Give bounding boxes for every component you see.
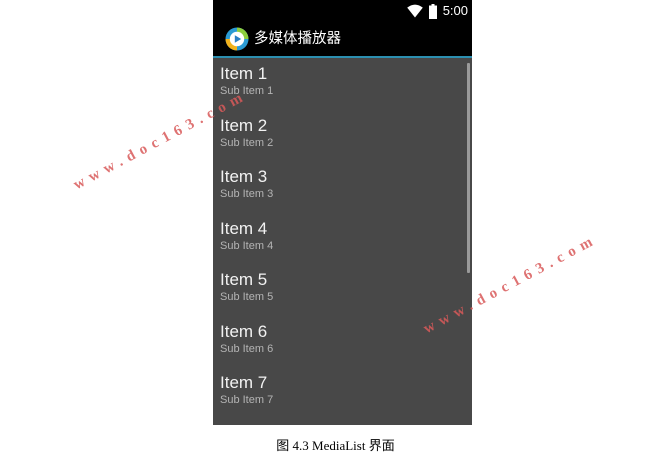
media-list: Item 1 Sub Item 1 Item 2 Sub Item 2 Item… bbox=[213, 58, 472, 425]
status-time: 5:00 bbox=[442, 3, 468, 18]
list-item[interactable]: Item 5 Sub Item 5 bbox=[219, 264, 459, 316]
list-item[interactable]: Item 7 Sub Item 7 bbox=[219, 367, 459, 419]
list-item[interactable]: Item 4 Sub Item 4 bbox=[219, 213, 459, 265]
list-item-title: Item 5 bbox=[220, 270, 268, 289]
status-bar: 5:00 bbox=[213, 0, 472, 22]
list-item-subtitle: Sub Item 6 bbox=[220, 342, 274, 355]
list-item[interactable]: Item 2 Sub Item 2 bbox=[219, 110, 459, 162]
list-scrollbar[interactable] bbox=[467, 63, 470, 273]
list-item-title: Item 6 bbox=[220, 321, 268, 341]
list-item-title: Item 1 bbox=[220, 64, 268, 83]
list-item-title: Item 4 bbox=[220, 218, 268, 238]
media-player-app-icon[interactable] bbox=[225, 27, 249, 51]
list-item[interactable]: Item 1 Sub Item 1 bbox=[219, 58, 459, 110]
battery-icon bbox=[428, 3, 437, 19]
list-item-title: Item 2 bbox=[220, 115, 268, 135]
list-item-subtitle: Sub Item 5 bbox=[220, 291, 274, 303]
app-title: 多媒体播放器 bbox=[254, 31, 341, 47]
list-item-title: Item 3 bbox=[220, 167, 268, 186]
wifi-icon bbox=[406, 4, 423, 18]
list-item-subtitle: Sub Item 3 bbox=[220, 188, 274, 200]
status-icons: 5:00 bbox=[406, 3, 468, 19]
figure-caption: 图 4.3 MediaList 界面 bbox=[276, 438, 395, 453]
phone-screen: 5:00 多媒体播放器 Item 1 Sub Item 1 Item 2 Sub… bbox=[213, 0, 472, 425]
list-item-subtitle: Sub Item 7 bbox=[220, 394, 274, 406]
action-bar: 多媒体播放器 bbox=[213, 22, 472, 56]
list-item-subtitle: Sub Item 2 bbox=[220, 136, 274, 149]
list-item-subtitle: Sub Item 4 bbox=[220, 239, 274, 252]
list-item-title: Item 7 bbox=[220, 373, 268, 392]
list-item[interactable]: Item 3 Sub Item 3 bbox=[219, 161, 459, 213]
